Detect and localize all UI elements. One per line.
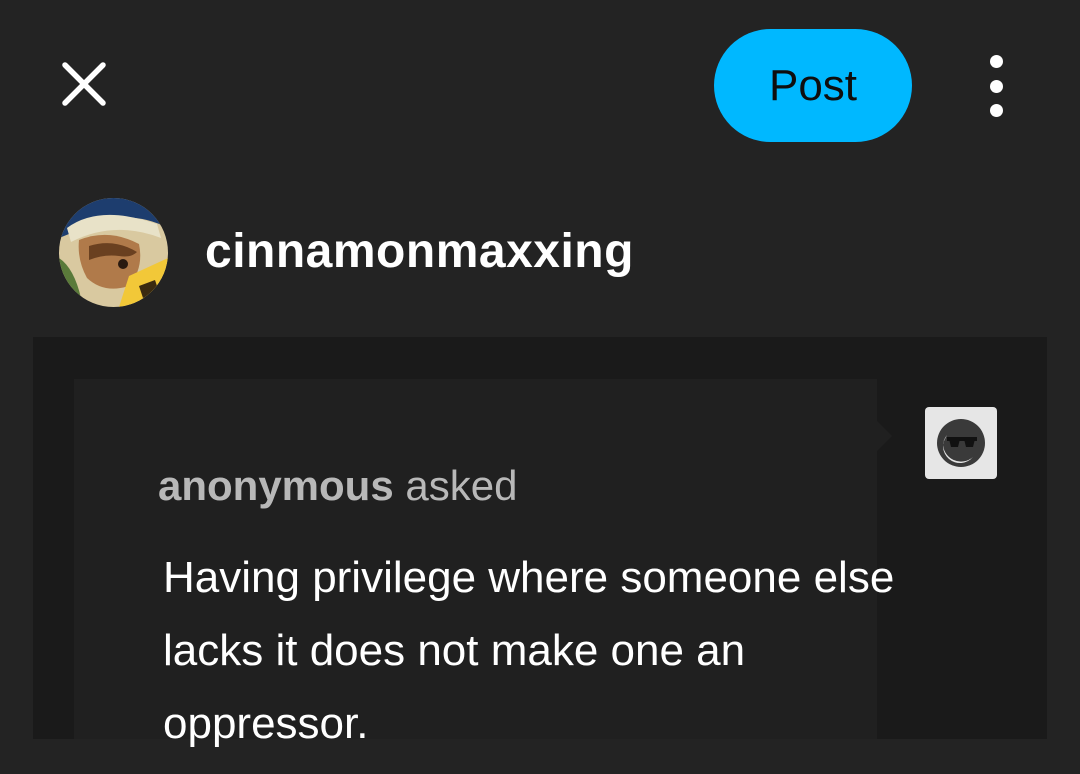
anonymous-avatar	[925, 407, 997, 479]
post-editor-screen: Post cinnamonmaxxing anonymous asked Hav…	[0, 0, 1080, 774]
bubble-tail	[877, 421, 892, 451]
question-text: Having privilege where someone else lack…	[163, 553, 895, 748]
asked-label: asked	[405, 462, 518, 509]
user-avatar-image	[59, 198, 168, 307]
more-vertical-icon-dot-2	[989, 79, 1003, 93]
close-button[interactable]	[56, 56, 112, 112]
asker-name[interactable]: anonymous	[158, 462, 394, 509]
ask-panel: anonymous asked Having privilege where s…	[33, 337, 1047, 748]
asker-line: anonymous asked	[158, 461, 517, 511]
more-vertical-icon-dot-3	[989, 104, 1003, 117]
close-icon	[62, 62, 106, 106]
more-options-button[interactable]	[974, 55, 1018, 117]
ask-bubble: anonymous asked Having privilege where s…	[74, 379, 894, 748]
post-button[interactable]: Post	[714, 29, 912, 142]
more-vertical-icon	[989, 55, 1003, 68]
avatar[interactable]	[59, 198, 168, 307]
post-username[interactable]: cinnamonmaxxing	[205, 225, 634, 279]
anonymous-avatar-icon	[937, 419, 985, 467]
